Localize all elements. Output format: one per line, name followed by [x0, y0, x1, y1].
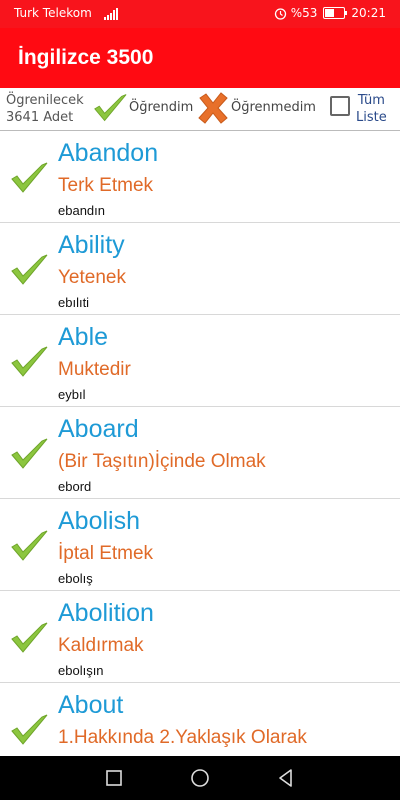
pronunciation: ebord [58, 479, 92, 494]
green-check-icon[interactable] [9, 251, 49, 289]
signal-icon [104, 8, 118, 20]
word-list[interactable]: Abandon Terk Etmek ebandın Ability Yetenek eb… [0, 131, 400, 756]
count-label: Ögrenilecek [6, 93, 84, 108]
word-row[interactable]: Abolish İptal Etmek ebolış [0, 499, 400, 591]
turkish-meaning: Terk Etmek [58, 175, 154, 196]
circle-icon[interactable] [190, 768, 210, 788]
english-word: Abandon [58, 139, 159, 167]
filter-bar: Ögrenilecek 3641 Adet Öğrendim Öğrenmedi… [0, 88, 400, 131]
alarm-icon [274, 7, 286, 20]
green-check-icon[interactable] [9, 159, 49, 197]
pronunciation: ebolışın [58, 663, 104, 678]
english-word: About [58, 691, 124, 719]
all-list-checkbox[interactable] [330, 96, 350, 116]
word-row[interactable]: Abolition Kaldırmak ebolışın [0, 591, 400, 683]
pronunciation: ebılıti [58, 295, 90, 310]
status-bar: Turk Telekom %53 20:21 [0, 0, 400, 28]
battery-percent: %53 [290, 6, 318, 20]
all-list-label[interactable]: Tüm Liste [356, 92, 387, 126]
pronunciation: eybıl [58, 387, 86, 402]
triangle-back-icon[interactable] [276, 768, 296, 788]
english-word: Aboard [58, 415, 139, 443]
learned-filter-button[interactable]: Öğrendim [129, 100, 193, 115]
all-list-line1: Tüm [357, 93, 385, 108]
battery-icon [323, 7, 348, 19]
turkish-meaning: Kaldırmak [58, 635, 144, 656]
green-check-icon[interactable] [9, 343, 49, 381]
green-check-icon[interactable] [9, 435, 49, 473]
clock: 20:21 [351, 6, 386, 20]
word-row[interactable]: About1.Hakkında 2.Yaklaşık Olarakebaut [0, 683, 400, 756]
turkish-meaning: Yetenek [58, 267, 126, 288]
english-word: Abolish [58, 507, 140, 535]
word-row[interactable]: Able Muktedir eybıl [0, 315, 400, 407]
count-value: 3641 Adet [6, 110, 74, 125]
green-check-icon[interactable] [92, 91, 128, 125]
english-word: Abolition [58, 599, 154, 627]
orange-x-icon[interactable] [196, 91, 230, 125]
turkish-meaning: 1.Hakkında 2.Yaklaşık Olarak [58, 727, 307, 748]
pronunciation: ebandın [58, 203, 105, 218]
word-row[interactable]: Abandon Terk Etmek ebandın [0, 131, 400, 223]
square-icon[interactable] [104, 768, 124, 788]
word-count: Ögrenilecek 3641 Adet [6, 92, 84, 126]
english-word: Ability [58, 231, 125, 259]
app-title: İngilizce 3500 [18, 46, 154, 69]
all-list-line2: Liste [356, 110, 387, 125]
green-check-icon[interactable] [9, 527, 49, 565]
turkish-meaning: (Bir Taşıtın)İçinde Olmak [58, 451, 266, 472]
turkish-meaning: İptal Etmek [58, 543, 154, 564]
word-row[interactable]: Ability Yetenek ebılıti [0, 223, 400, 315]
turkish-meaning: Muktedir [58, 359, 131, 380]
pronunciation: ebolış [58, 571, 93, 586]
carrier-name: Turk Telekom [14, 6, 92, 20]
navigation-bar [0, 756, 400, 800]
english-word: Able [58, 323, 109, 351]
word-row[interactable]: Aboard (Bir Taşıtın)İçinde Olmak ebord [0, 407, 400, 499]
app-bar: İngilizce 3500 [0, 28, 400, 88]
not-learned-filter-button[interactable]: Öğrenmedim [231, 100, 316, 115]
status-right: %53 20:21 [274, 6, 386, 20]
green-check-icon[interactable] [9, 711, 49, 749]
green-check-icon[interactable] [9, 619, 49, 657]
